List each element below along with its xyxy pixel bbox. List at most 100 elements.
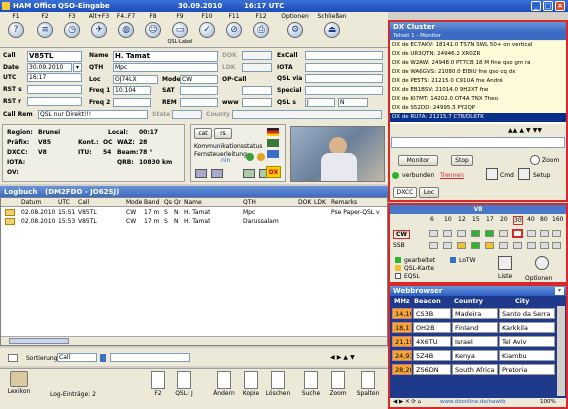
tab-loc[interactable]: Loc: [419, 187, 439, 198]
nav-arrows[interactable]: ◀ ▶ ▲ ▼: [330, 354, 355, 361]
toolbar-satellite-button[interactable]: Alt+F3 ✈: [85, 13, 113, 38]
band-cell[interactable]: [527, 230, 536, 237]
list-item[interactable]: DX de S52DD: 24995.3 PY2QP: [390, 104, 566, 113]
list-item-selected[interactable]: DX de RU7A: 21215.7 CT8/DL6TK: [390, 113, 566, 122]
rst-s-input[interactable]: [27, 85, 82, 94]
toolbar-qsl-label-button[interactable]: F9 ▭ QSL-Label: [166, 13, 194, 46]
table-row[interactable]: 24,9305Z4BKenyaKiambu: [392, 349, 564, 362]
maximize-icon[interactable]: □: [543, 1, 553, 11]
mode-select[interactable]: CW: [180, 75, 218, 84]
monitor-select[interactable]: Monitor: [398, 155, 438, 166]
date-picker-icon[interactable]: ▾: [73, 63, 82, 72]
tab-cat[interactable]: cat: [194, 128, 212, 139]
opcall-input[interactable]: [242, 86, 272, 95]
utc-input[interactable]: 16:17: [27, 73, 82, 82]
band-cell[interactable]: [499, 230, 508, 237]
chevron-down-icon[interactable]: ▾: [555, 287, 564, 295]
lexikon-button[interactable]: Lexikon: [4, 371, 34, 395]
special-input[interactable]: [305, 86, 383, 95]
nav-buttons[interactable]: ◀ ▶ ✕ ⟳ ⌂: [393, 398, 421, 407]
table-row[interactable]: 28,200ZS6DNSouth AfricaPretoria: [392, 363, 564, 376]
tab-dxcc[interactable]: DXCC: [393, 187, 417, 198]
ldk-input[interactable]: [242, 63, 272, 72]
rem-input[interactable]: [180, 98, 218, 107]
horizontal-scrollbar[interactable]: [1, 336, 387, 345]
list-item[interactable]: DX de KI7MT: 14202.0 OT4A TNX Theo: [390, 95, 566, 104]
list-item[interactable]: DX de EB1BSV: 21014.0 9H2XT fne: [390, 86, 566, 95]
call-rem-input[interactable]: QSL nur Direkt!!!: [38, 110, 148, 119]
web-scrollbar[interactable]: [557, 306, 565, 396]
toolbar-log-button[interactable]: F2 ≡: [31, 13, 59, 38]
cmd-label[interactable]: Cmd: [500, 172, 514, 179]
freq-input[interactable]: 10.104: [113, 86, 151, 95]
loc-input[interactable]: OJ74LX: [113, 75, 158, 84]
band-cell[interactable]: [513, 242, 522, 249]
qsl-via-input[interactable]: [305, 74, 383, 83]
delete-button[interactable]: Löschen: [265, 371, 291, 397]
toolbar-close-button[interactable]: Schließen ⏏: [314, 13, 350, 38]
band-cell[interactable]: [429, 242, 438, 249]
zoom-button[interactable]: Zoom: [325, 371, 351, 397]
qth-input[interactable]: Mpc: [113, 63, 218, 72]
zoom-label[interactable]: Zoom: [542, 157, 559, 164]
band-cell[interactable]: [485, 242, 494, 249]
list-item[interactable]: DX de W2AW: 24948.0 PT7CB 18 M fine qso …: [390, 59, 566, 68]
table-row[interactable]: 02.08.2010 15:53 V85TL CW 17 m S N H. Ta…: [1, 217, 387, 226]
map-icon[interactable]: [267, 139, 279, 147]
dx-nav-arrows[interactable]: ▲▲ ▲ ▼ ▼▼: [508, 127, 542, 134]
close-icon[interactable]: ×: [555, 1, 565, 11]
remote-line-value[interactable]: nin: [221, 157, 230, 164]
world-icon[interactable]: [267, 150, 279, 158]
band-cell[interactable]: [429, 230, 438, 237]
sat-input[interactable]: [180, 86, 218, 95]
web-url[interactable]: www.dxonline.de/nawtb: [440, 398, 520, 407]
band-cell[interactable]: [527, 242, 536, 249]
search-button[interactable]: Suche: [298, 371, 324, 397]
excall-input[interactable]: [305, 51, 383, 60]
copy-button[interactable]: Kopie: [238, 371, 264, 397]
band-cell[interactable]: [457, 242, 466, 249]
band-cell[interactable]: [499, 242, 508, 249]
state-input[interactable]: [172, 110, 202, 119]
band-cell[interactable]: [485, 230, 494, 237]
band-cell[interactable]: [471, 230, 480, 237]
toolbar-options-button[interactable]: Optionen ⚙: [278, 13, 312, 38]
toolbar-help-button[interactable]: F1?: [2, 13, 30, 38]
table-row[interactable]: 14,100CS3BMadeiraSanto da Serra: [392, 307, 564, 320]
f2-button[interactable]: F2: [145, 371, 171, 397]
toolbar-clock-button[interactable]: F3 ◷: [58, 13, 86, 38]
zoom-icon[interactable]: [530, 155, 540, 165]
band-cell[interactable]: [457, 230, 466, 237]
band-cell[interactable]: [471, 242, 480, 249]
search-icon[interactable]: [100, 354, 106, 362]
tab-rs[interactable]: rs: [214, 128, 232, 139]
county-input[interactable]: [232, 110, 382, 119]
dx-badge[interactable]: DX: [266, 166, 281, 178]
band-cell[interactable]: [540, 242, 549, 249]
list-icon[interactable]: [498, 256, 512, 270]
rst-r-input[interactable]: [27, 97, 82, 106]
radio-icon[interactable]: [195, 169, 207, 178]
scrollbar-thumb[interactable]: [9, 338, 69, 344]
qsl-s-select[interactable]: J: [305, 98, 335, 107]
band-cell-selected[interactable]: [512, 229, 523, 238]
gear-icon[interactable]: [535, 256, 549, 270]
band-cell[interactable]: [552, 230, 561, 237]
edit-button[interactable]: Ändern: [211, 371, 237, 397]
disconnect-link[interactable]: Trennen: [440, 172, 464, 179]
freq2-input[interactable]: [113, 98, 151, 107]
toolbar-print-button[interactable]: F12 ⎙: [247, 13, 275, 38]
band-cell[interactable]: [552, 242, 561, 249]
toolbar-person-button[interactable]: F8 ☺: [139, 13, 167, 38]
toolbar-cancel-button[interactable]: F11 ⊘: [220, 13, 248, 38]
cmd-icon[interactable]: [486, 168, 498, 180]
www-input[interactable]: [242, 98, 272, 107]
table-row[interactable]: 21,1504X6TUIsraelTel Aviv: [392, 335, 564, 348]
date-input[interactable]: 30.09.2010: [27, 63, 72, 72]
dok-input[interactable]: [242, 51, 272, 60]
list-item[interactable]: DX de PE5TS: 21215.0 C91UA fne André: [390, 77, 566, 86]
list-item[interactable]: DX de WA6GVS: 21080.0 EI8IU fne qso cq d…: [390, 68, 566, 77]
band-cell[interactable]: [443, 242, 452, 249]
search-input[interactable]: [110, 353, 190, 362]
columns-button[interactable]: Spalten: [355, 371, 381, 397]
